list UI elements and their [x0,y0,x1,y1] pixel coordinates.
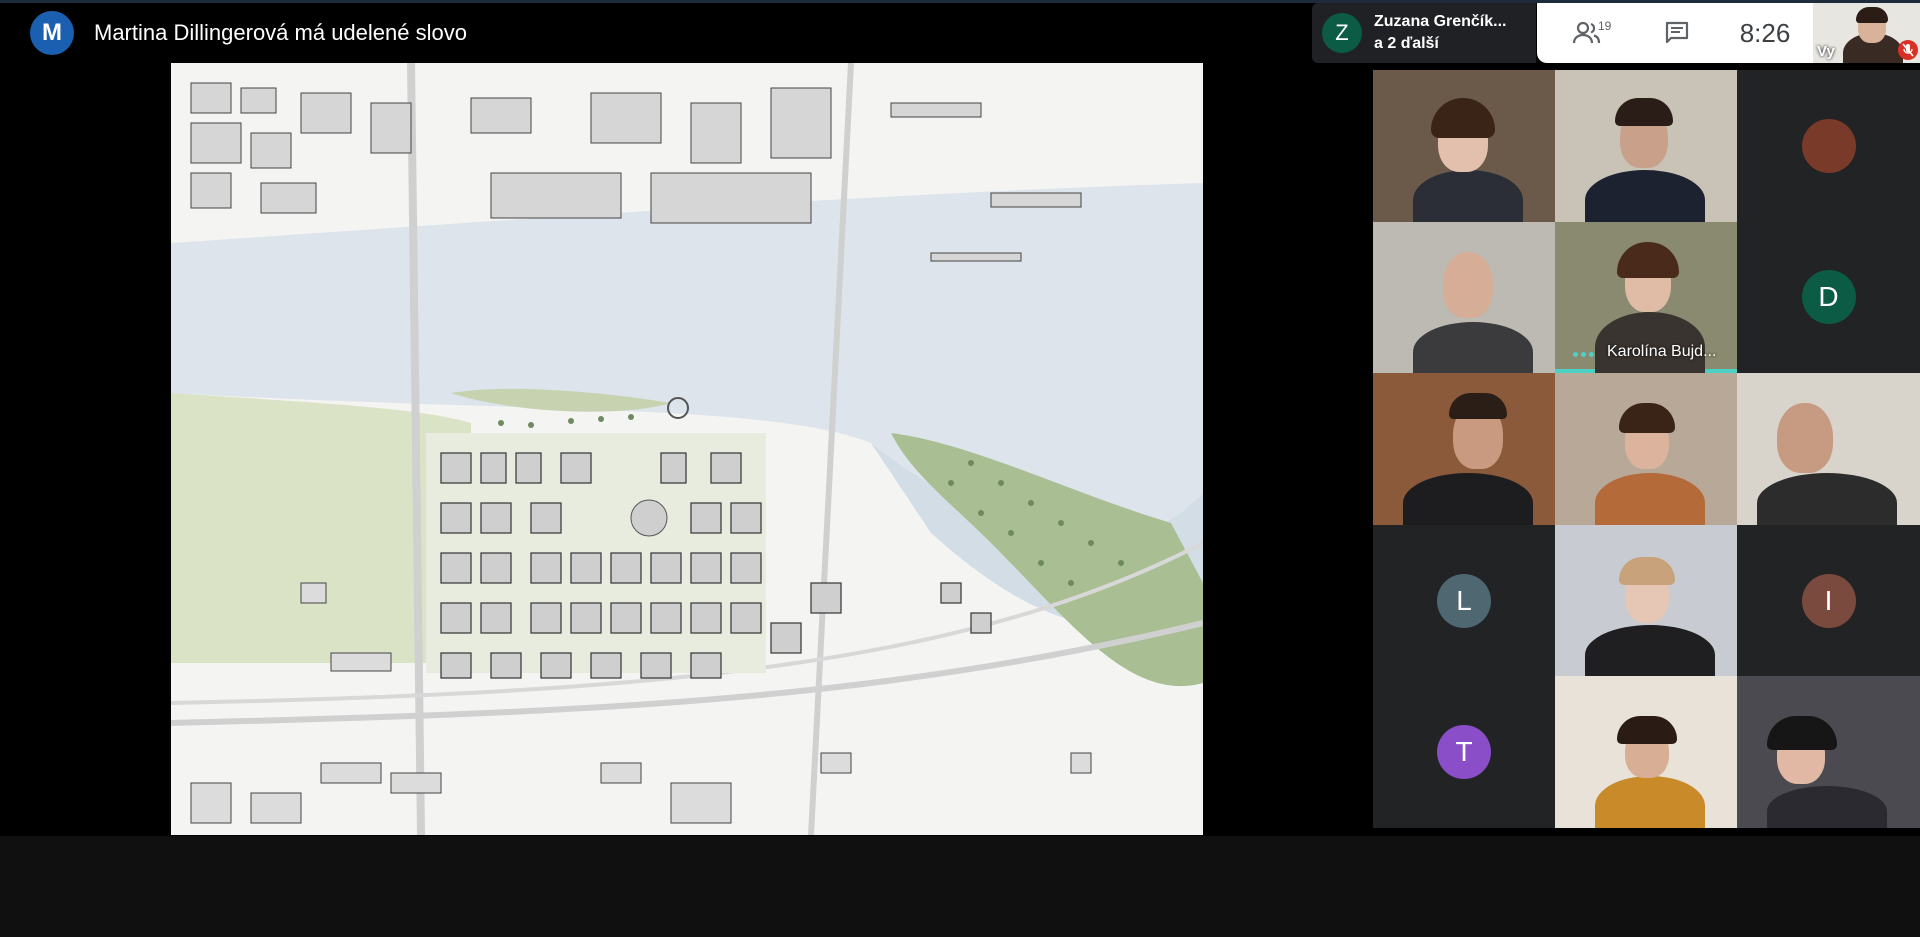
participant-body [1595,473,1705,525]
participant-tile-speaking[interactable]: Karolína Bujd... [1555,221,1737,374]
participant-body [1767,786,1887,828]
participant-hair [1767,716,1837,751]
meeting-controls: 19 8:26 [1537,3,1813,63]
participant-body [1757,473,1897,525]
participants-button[interactable]: 19 [1537,3,1637,63]
shared-screen-slide [171,63,1203,835]
participant-avatar: T [1437,725,1491,780]
participant-tile[interactable] [1373,373,1555,525]
speaking-indicator-icon [1573,352,1594,358]
urban-site-plan-drawing [171,63,1203,835]
self-label: Vy [1817,43,1835,60]
participant-tile[interactable] [1555,373,1737,525]
active-speakers-chip[interactable]: Z Zuzana Grenčík... a 2 ďalší [1312,3,1536,63]
participant-hair [1615,98,1673,126]
chat-icon [1665,21,1689,44]
speaker-names: Zuzana Grenčík... a 2 ďalší [1374,11,1506,55]
participant-tile[interactable]: T [1373,676,1555,828]
participant-body [1595,776,1705,828]
participant-avatar: I [1801,573,1856,628]
participant-body [1413,170,1523,222]
participant-count: 19 [1598,19,1612,33]
speaker-others: a 2 ďalší [1374,35,1439,52]
participant-tile[interactable]: L [1373,524,1555,677]
chat-button[interactable] [1637,3,1717,63]
self-view-tile[interactable]: Vy [1813,3,1920,63]
participant-body [1413,321,1533,374]
participant-tile[interactable] [1555,524,1737,677]
participant-hair [1617,241,1679,278]
participant-tile[interactable] [1737,676,1920,828]
presentation-header: M Martina Dillingerová má udelené slovo [0,3,1310,63]
meeting-clock: 8:26 [1739,17,1791,48]
participant-hair [1431,98,1495,138]
participant-hair [1619,403,1675,434]
self-hair [1856,7,1888,23]
participant-tile[interactable] [1373,221,1555,374]
speaker-avatar: Z [1322,13,1362,53]
participant-tile[interactable] [1555,70,1737,222]
participant-face [1443,251,1493,318]
participant-grid: Karolína Bujd... D L I T [1373,70,1920,828]
presenter-status-text: Martina Dillingerová má udelené slovo [94,20,467,45]
participant-avatar: D [1801,270,1856,325]
participant-tile[interactable]: D [1737,221,1920,374]
participant-tile[interactable]: I [1737,524,1920,677]
participant-tile[interactable] [1373,70,1555,222]
mic-off-icon [1898,40,1918,60]
participant-name: Karolína Bujd... [1607,343,1717,361]
participant-tile[interactable] [1737,373,1920,525]
participant-avatar: L [1437,573,1491,628]
bottom-bar [0,836,1920,937]
participant-body [1585,170,1705,222]
presenter-avatar: M [30,11,74,55]
participant-tile[interactable] [1555,676,1737,828]
participant-face [1777,403,1833,474]
participant-tile[interactable] [1737,70,1920,222]
participant-hair [1619,556,1675,585]
speaker-name: Zuzana Grenčík... [1374,13,1507,30]
participant-body [1585,624,1715,677]
participant-hair [1617,716,1677,745]
participant-body [1403,473,1533,525]
presentation-stage [0,63,1373,836]
participant-avatar-image [1801,118,1856,173]
participant-hair [1449,393,1507,420]
